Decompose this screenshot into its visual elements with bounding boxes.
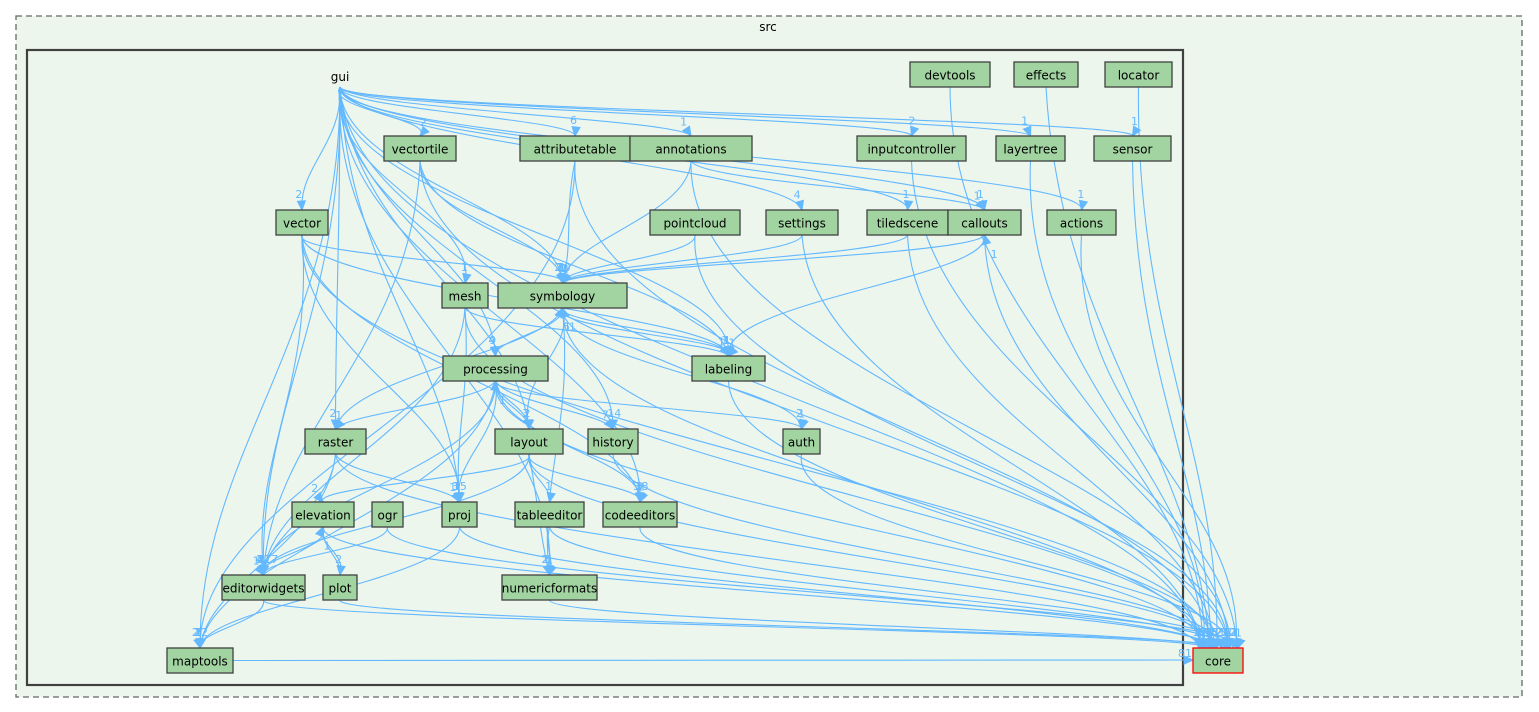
- node-auth[interactable]: auth: [782, 428, 821, 455]
- node-label: inputcontroller: [867, 143, 955, 157]
- node-sensor[interactable]: sensor: [1093, 135, 1172, 162]
- gui-cluster-label[interactable]: gui: [331, 70, 350, 84]
- node-actions[interactable]: actions: [1046, 209, 1117, 236]
- edge-label: 1: [499, 394, 506, 407]
- edge-label: 1: [991, 248, 998, 261]
- node-elevation[interactable]: elevation: [291, 501, 355, 528]
- node-layertree[interactable]: layertree: [995, 135, 1066, 162]
- node-label: ogr: [378, 509, 398, 523]
- node-label: layout: [510, 436, 548, 450]
- edge-label: 2: [637, 481, 644, 494]
- node-settings[interactable]: settings: [765, 209, 839, 236]
- node-symbology[interactable]: symbology: [497, 282, 628, 309]
- node-ogr[interactable]: ogr: [371, 501, 404, 528]
- edge-label: 2: [1229, 626, 1236, 639]
- edge-label: 1: [798, 407, 805, 420]
- node-label: locator: [1118, 69, 1160, 83]
- node-label: callouts: [961, 217, 1008, 231]
- node-label: settings: [778, 217, 826, 231]
- node-history[interactable]: history: [587, 428, 639, 455]
- node-label: effects: [1026, 69, 1067, 83]
- edge-label: 1: [546, 553, 553, 566]
- node-label: symbology: [530, 290, 595, 304]
- node-vector[interactable]: vector: [275, 209, 329, 236]
- node-label: processing: [463, 363, 528, 377]
- node-mesh[interactable]: mesh: [441, 282, 489, 309]
- edge-label: 1: [324, 539, 331, 552]
- node-label: labeling: [705, 363, 753, 377]
- node-devtools[interactable]: devtools: [909, 61, 991, 88]
- node-label: proj: [448, 509, 471, 523]
- node-label: plot: [329, 582, 352, 596]
- node-label: devtools: [924, 69, 975, 83]
- node-label: pointcloud: [663, 217, 726, 231]
- node-inputcontroller[interactable]: inputcontroller: [856, 135, 967, 162]
- node-tableeditor[interactable]: tableeditor: [514, 501, 585, 528]
- edge-label: 2: [1208, 626, 1215, 639]
- node-annotations[interactable]: annotations: [629, 135, 753, 162]
- node-editorwidgets[interactable]: editorwidgets: [221, 574, 306, 601]
- node-numericformats[interactable]: numericformats: [501, 574, 598, 601]
- node-label: elevation: [295, 509, 351, 523]
- node-effects[interactable]: effects: [1013, 61, 1079, 88]
- edge-label: 1: [974, 189, 981, 202]
- node-label: numericformats: [502, 582, 597, 596]
- node-label: editorwidgets: [222, 582, 304, 596]
- node-core[interactable]: core: [1192, 647, 1244, 674]
- node-callouts[interactable]: callouts: [947, 209, 1022, 236]
- src-cluster-label: src: [759, 20, 777, 34]
- edge-label: 4: [794, 188, 801, 201]
- edge-label: 7: [602, 409, 609, 422]
- edge-label: 1: [569, 321, 576, 334]
- directory-dependency-graph: src gui 2 6 1 2 1 121 204 1 1 19 12 3 1415 18117 622 31…: [15, 15, 1523, 698]
- node-proj[interactable]: proj: [441, 501, 478, 528]
- node-label: codeeditors: [605, 509, 676, 523]
- node-label: history: [592, 436, 633, 450]
- node-processing[interactable]: processing: [442, 355, 549, 382]
- node-label: vector: [283, 217, 321, 231]
- node-attributetable[interactable]: attributetable: [519, 135, 631, 162]
- node-label: maptools: [172, 655, 228, 669]
- node-label: tiledscene: [877, 217, 939, 231]
- edge-label: 2: [908, 115, 915, 128]
- edge-label: 2: [192, 626, 199, 639]
- edge-label: 1: [1021, 115, 1028, 128]
- edge-label: 2: [311, 482, 318, 495]
- node-raster[interactable]: raster: [304, 428, 367, 455]
- node-tiledscene[interactable]: tiledscene: [866, 209, 949, 236]
- edge-label: 4: [256, 553, 263, 566]
- node-maptools[interactable]: maptools: [166, 647, 234, 674]
- node-locator[interactable]: locator: [1104, 61, 1173, 88]
- node-label: mesh: [449, 290, 482, 304]
- node-label: vectortile: [392, 143, 449, 157]
- edge-label: 1: [560, 262, 567, 275]
- node-label: layertree: [1003, 143, 1057, 157]
- node-label: auth: [788, 436, 815, 450]
- edge-label: 2: [295, 188, 302, 201]
- node-label: sensor: [1113, 143, 1153, 157]
- node-codeeditors[interactable]: codeeditors: [602, 501, 678, 528]
- node-label: annotations: [655, 143, 726, 157]
- node-label: core: [1205, 655, 1231, 669]
- edge-line: [232, 659, 1194, 662]
- node-layout[interactable]: layout: [494, 428, 564, 455]
- node-vectortile[interactable]: vectortile: [383, 135, 457, 162]
- node-labeling[interactable]: labeling: [691, 355, 766, 382]
- edge-label: 1: [1077, 188, 1084, 201]
- node-label: attributetable: [534, 143, 617, 157]
- node-label: actions: [1060, 217, 1103, 231]
- node-label: raster: [318, 436, 354, 450]
- edge-label: 4: [488, 334, 495, 347]
- edge-label: 81: [1178, 647, 1192, 660]
- edge-label: 1: [1131, 115, 1138, 128]
- node-pointcloud[interactable]: pointcloud: [649, 209, 741, 236]
- edge-label: 1: [680, 115, 687, 128]
- node-label: tableeditor: [517, 509, 583, 523]
- node-plot[interactable]: plot: [322, 574, 358, 601]
- edge-label: 1: [449, 481, 456, 494]
- edge-label: 6: [570, 114, 577, 127]
- edge-label: 1: [335, 409, 342, 422]
